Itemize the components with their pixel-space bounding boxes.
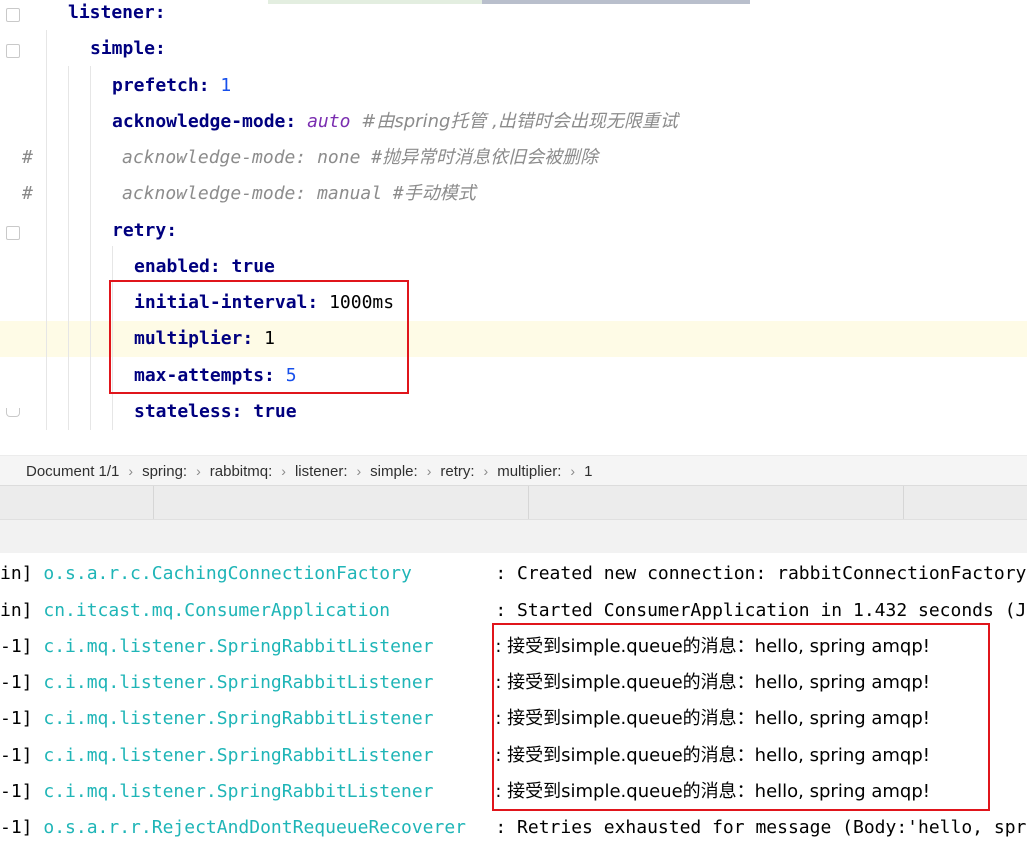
log-thread: in] [0, 600, 33, 621]
console-line: -1] o.s.a.r.r.RejectAndDontRequeueRecove… [0, 810, 1026, 846]
gutter-comment-mark: # [22, 183, 33, 204]
fold-end-marker-icon[interactable] [6, 408, 20, 417]
yaml-sep: : [285, 111, 308, 132]
yaml-sep: : [209, 256, 232, 277]
yaml-value: 1 [220, 75, 232, 96]
breadcrumb: Document 1/1 › spring: › rabbitmq: › lis… [0, 455, 1027, 486]
commented-code-line: acknowledge-mode: manual #手动模式 [122, 183, 476, 204]
code-line: acknowledge-mode: auto #由spring托管 ,出错时会出… [112, 104, 678, 140]
breadcrumb-item[interactable]: spring: [133, 463, 196, 480]
breadcrumb-item[interactable]: retry: [431, 463, 483, 480]
breadcrumb-item[interactable]: 1 [575, 463, 601, 480]
log-thread: -1] [0, 817, 33, 838]
yaml-key: enabled [134, 256, 210, 277]
yaml-key: retry [112, 220, 167, 241]
console-line: in] o.s.a.r.c.CachingConnectionFactory : … [0, 556, 1026, 592]
run-panel-header [0, 485, 1027, 520]
yaml-sep: : [231, 401, 254, 422]
panel-divider [153, 486, 154, 520]
log-logger: o.s.a.r.r.RejectAndDontRequeueRecoverer [43, 817, 466, 838]
breadcrumb-item[interactable]: multiplier: [488, 463, 570, 480]
log-logger: c.i.mq.listener.SpringRabbitListener [43, 745, 434, 766]
log-logger: c.i.mq.listener.SpringRabbitListener [43, 708, 434, 729]
yaml-value: auto [307, 111, 351, 132]
gutter-comment-mark: # [22, 147, 33, 168]
annotation-box-retries [492, 623, 990, 811]
indent-guide [68, 66, 69, 430]
panel-divider [903, 486, 904, 520]
log-thread: -1] [0, 745, 33, 766]
commented-code-line: acknowledge-mode: none #抛异常时消息依旧会被删除 [122, 147, 599, 168]
log-message: : Started ConsumerApplication in 1.432 s… [495, 600, 1027, 621]
yaml-value: true [253, 401, 297, 422]
annotation-box-retry [109, 280, 409, 394]
log-logger: c.i.mq.listener.SpringRabbitListener [43, 672, 434, 693]
code-editor[interactable]: # # listener: simple: prefetch: 1 acknow… [0, 0, 1027, 455]
log-thread: -1] [0, 672, 33, 693]
panel-divider [528, 486, 529, 520]
indent-guide [46, 30, 47, 430]
yaml-comment: #由spring托管 ,出错时会出现无限重试 [361, 111, 678, 132]
yaml-sep: : [154, 2, 166, 23]
code-line: prefetch: 1 [112, 68, 231, 104]
log-logger: c.i.mq.listener.SpringRabbitListener [43, 781, 434, 802]
editor-tab-indicator-active [482, 0, 750, 4]
yaml-sep: : [166, 220, 178, 241]
editor-tab-indicator [268, 0, 482, 4]
yaml-key: prefetch [112, 75, 199, 96]
log-logger: cn.itcast.mq.ConsumerApplication [43, 600, 391, 621]
log-logger: c.i.mq.listener.SpringRabbitListener [43, 636, 434, 657]
breadcrumb-item[interactable]: Document 1/1 [0, 463, 128, 480]
log-thread: -1] [0, 781, 33, 802]
yaml-sep: : [155, 38, 166, 59]
fold-marker-icon[interactable] [6, 226, 20, 240]
yaml-key: acknowledge-mode [112, 111, 286, 132]
fold-marker-icon[interactable] [6, 8, 20, 22]
yaml-sep: : [198, 75, 221, 96]
yaml-key: simple [90, 38, 156, 59]
log-thread: -1] [0, 708, 33, 729]
log-thread: in] [0, 563, 33, 584]
log-logger: o.s.a.r.c.CachingConnectionFactory [43, 563, 412, 584]
breadcrumb-item[interactable]: listener: [286, 463, 357, 480]
console-output[interactable]: in] o.s.a.r.c.CachingConnectionFactory : … [0, 553, 1027, 861]
log-message: : Created new connection: rabbitConnecti… [495, 563, 1027, 584]
run-panel-toolbar [0, 519, 1027, 554]
breadcrumb-item[interactable]: simple: [361, 463, 427, 480]
log-thread: -1] [0, 636, 33, 657]
yaml-key: listener [68, 2, 155, 23]
indent-guide [90, 66, 91, 430]
code-line: retry: [112, 213, 177, 249]
code-line: simple: [90, 31, 166, 67]
code-line: stateless: true [134, 394, 297, 430]
yaml-value: true [231, 256, 275, 277]
fold-marker-icon[interactable] [6, 44, 20, 58]
breadcrumb-item[interactable]: rabbitmq: [201, 463, 282, 480]
yaml-key: stateless [134, 401, 232, 422]
log-message: : Retries exhausted for message (Body:'h… [495, 817, 1027, 838]
code-line: listener: [68, 0, 166, 31]
